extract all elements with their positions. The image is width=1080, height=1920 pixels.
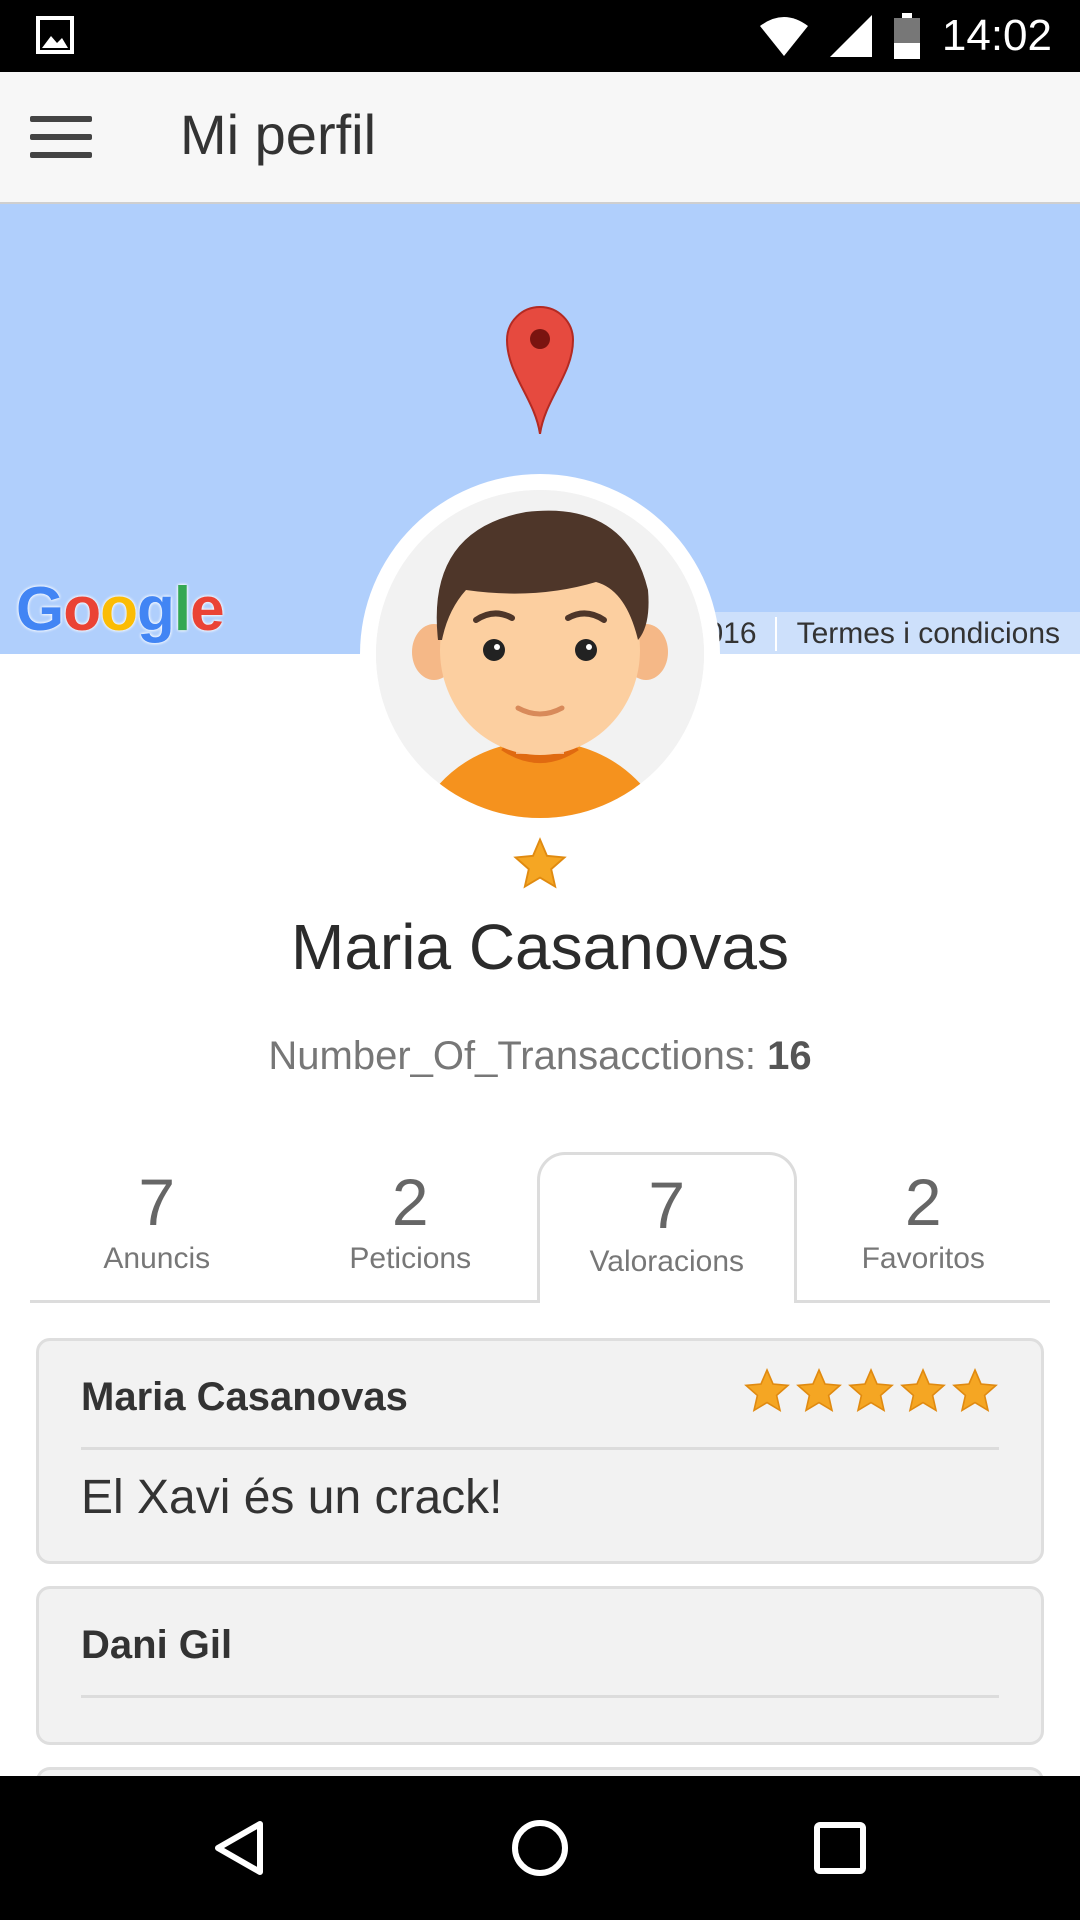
map-pin-icon[interactable]: [505, 304, 575, 434]
review-stars: [743, 1367, 999, 1415]
review-author: Maria Casanovas: [81, 1375, 408, 1419]
tab-count: 7: [648, 1168, 686, 1242]
system-nav-bar: [0, 1776, 1080, 1920]
star-icon: [848, 1367, 894, 1413]
transactions-label: Number_Of_Transacctions:: [268, 1034, 756, 1078]
transactions-count: Number_Of_Transacctions: 16: [0, 1034, 1080, 1079]
tab-count: 2: [391, 1165, 429, 1239]
map-terms-link[interactable]: Termes i condicions: [777, 617, 1080, 651]
tab-anuncis[interactable]: 7 Anuncis: [30, 1152, 284, 1300]
tab-count: 2: [904, 1165, 942, 1239]
tab-count: 7: [138, 1165, 176, 1239]
star-icon: [513, 837, 567, 889]
review-text: [39, 1698, 1041, 1742]
tab-label: Anuncis: [103, 1242, 211, 1275]
star-icon: [796, 1367, 842, 1413]
app-bar: Mi perfil: [0, 72, 1080, 204]
status-bar: 14:02: [0, 0, 1080, 72]
google-logo: Google: [16, 575, 225, 644]
review-card[interactable]: Maria Casanovas El Xavi és un crack!: [36, 1338, 1044, 1564]
tab-valoracions[interactable]: 7 Valoracions: [537, 1152, 797, 1303]
tab-peticions[interactable]: 2 Peticions: [284, 1152, 538, 1300]
clock: 14:02: [941, 11, 1052, 60]
star-icon: [744, 1367, 790, 1413]
recents-icon[interactable]: [810, 1818, 870, 1878]
boy-avatar-illustration: [376, 490, 704, 818]
profile-tabs: 7 Anuncis 2 Peticions 7 Valoracions 2 Fa…: [30, 1152, 1050, 1303]
hamburger-menu-icon[interactable]: [30, 116, 92, 158]
star-icon: [900, 1367, 946, 1413]
review-card[interactable]: Dani Gil: [36, 1586, 1044, 1745]
avatar[interactable]: [360, 474, 720, 834]
star-icon: [952, 1367, 998, 1413]
cell-signal-icon: [829, 15, 872, 57]
wifi-icon: [759, 17, 808, 56]
gallery-icon: [36, 16, 74, 54]
back-icon[interactable]: [210, 1818, 270, 1878]
review-text: El Xavi és un crack!: [81, 1471, 503, 1524]
tab-label: Valoracions: [589, 1245, 745, 1278]
review-author: Dani Gil: [81, 1623, 233, 1667]
battery-icon: [893, 13, 920, 59]
reviews-list: Maria Casanovas El Xavi és un crack! Dan…: [36, 1338, 1044, 1829]
map-footer: 016 Termes i condicions: [696, 612, 1080, 654]
page-title: Mi perfil: [180, 103, 377, 166]
home-icon[interactable]: [510, 1818, 570, 1878]
profile-name: Maria Casanovas: [291, 911, 789, 983]
tab-favoritos[interactable]: 2 Favoritos: [797, 1152, 1051, 1300]
tab-label: Favoritos: [861, 1242, 985, 1275]
transactions-value: 16: [767, 1034, 812, 1078]
tab-label: Peticions: [349, 1242, 472, 1275]
avatar-image: [376, 490, 704, 818]
